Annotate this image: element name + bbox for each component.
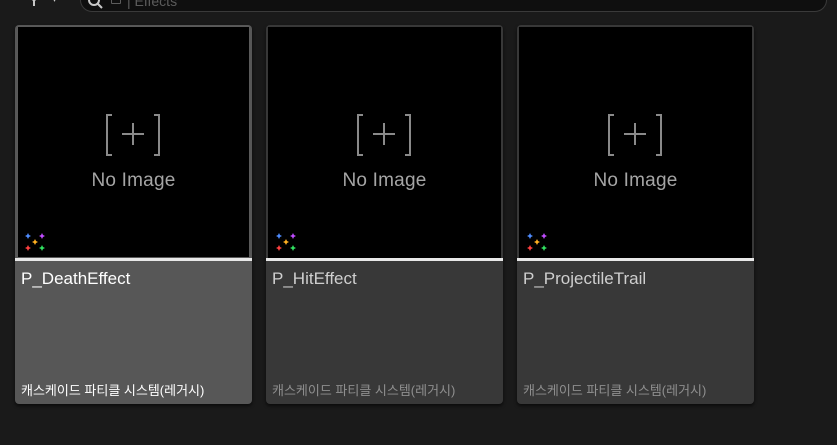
chevron-down-icon: ▾ [52, 0, 57, 5]
no-image-label: No Image [342, 170, 427, 191]
asset-type-color-bar [266, 258, 503, 261]
asset-tile-p-deatheffect[interactable]: No Image P_DeathEffect 캐스케이드 파티클 시스템(레거시… [15, 25, 252, 404]
asset-tile-p-projectiletrail[interactable]: No Image P_ProjectileTrail 캐스케이드 파티클 시스템… [517, 25, 754, 404]
search-icon [88, 0, 103, 9]
particle-system-icon [527, 233, 547, 251]
search-path-text: | Effects [127, 0, 178, 9]
no-image-icon [106, 114, 160, 156]
filter-button[interactable]: ▾ [18, 0, 72, 14]
particle-system-icon [276, 233, 296, 251]
no-image-label: No Image [593, 170, 678, 191]
asset-type-color-bar [517, 258, 754, 261]
no-image-icon [608, 114, 662, 156]
asset-name: P_ProjectileTrail [523, 269, 647, 288]
asset-type-label: 캐스케이드 파티클 시스템(레거시) [523, 383, 707, 398]
particle-system-icon [25, 233, 45, 251]
asset-type-color-bar [15, 258, 252, 261]
no-image-label: No Image [91, 170, 176, 191]
search-input[interactable]: | Effects ▾ [80, 0, 827, 12]
asset-name: P_DeathEffect [21, 269, 131, 288]
asset-tile-p-hiteffect[interactable]: No Image P_HitEffect 캐스케이드 파티클 시스템(레거시) [266, 25, 503, 404]
chevron-down-icon[interactable]: ▾ [809, 0, 814, 2]
asset-type-label: 캐스케이드 파티클 시스템(레거시) [21, 383, 205, 398]
funnel-icon [32, 0, 36, 6]
asset-type-label: 캐스케이드 파티클 시스템(레거시) [272, 383, 456, 398]
folder-icon [111, 0, 121, 4]
no-image-icon [357, 114, 411, 156]
content-browser-toolbar: ▾ | Effects ▾ [0, 0, 837, 16]
asset-name: P_HitEffect [272, 269, 357, 288]
